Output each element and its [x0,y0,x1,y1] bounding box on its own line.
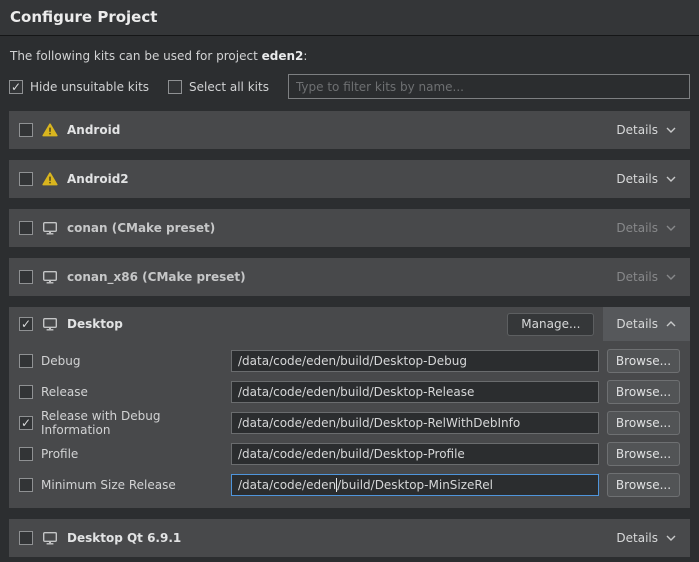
build-dir-input[interactable] [231,443,599,465]
chevron-down-icon [665,126,677,134]
build-config-row-profile: Profile Browse... [9,443,690,465]
details-label: Details [616,317,658,331]
select-all-kits-checkbox[interactable]: Select all kits [168,80,269,94]
hide-unsuitable-kits-label: Hide unsuitable kits [30,80,149,94]
project-name: eden2 [262,49,304,63]
kit-checkbox[interactable] [19,172,33,186]
chevron-down-icon [665,175,677,183]
filter-toolbar: ✓ Hide unsuitable kits Select all kits [9,74,690,99]
desktop-icon [42,531,58,545]
config-checkbox[interactable] [19,447,33,461]
checkbox-icon [168,80,182,94]
kit-name: Android [67,123,120,137]
details-label: Details [616,531,658,545]
kit-name: conan (CMake preset) [67,221,215,235]
page-header: Configure Project [0,0,699,36]
kit-row-left: conan_x86 (CMake preset) [19,270,603,284]
build-dir-input[interactable] [231,412,599,434]
browse-button[interactable]: Browse... [607,473,680,497]
kit-row-android2: Android2 Details [9,160,690,198]
build-config-row-minsizerel: Minimum Size Release /data/code/eden/bui… [9,474,690,496]
details-label: Details [616,172,658,186]
kit-name: Desktop Qt 6.9.1 [67,531,181,545]
kit-checkbox[interactable]: ✓ [19,317,33,331]
select-all-kits-label: Select all kits [189,80,269,94]
kit-panel-desktop: ✓ Desktop Manage... Details Debug Browse… [9,307,690,508]
config-label: Profile [41,447,231,461]
kit-checkbox[interactable] [19,123,33,137]
kit-row-left: Android [19,123,603,137]
kit-row-left: Android2 [19,172,603,186]
build-config-row-release: Release Browse... [9,381,690,403]
kit-row-desktop-qt: Desktop Qt 6.9.1 Details [9,519,690,557]
kit-row-conan-x86: conan_x86 (CMake preset) Details [9,258,690,296]
kit-row-left: Desktop Qt 6.9.1 [19,531,603,545]
kit-name: Desktop [67,317,123,331]
kit-checkbox[interactable] [19,270,33,284]
kit-row-left: ✓ Desktop [19,317,507,331]
browse-button[interactable]: Browse... [607,411,680,435]
chevron-down-icon [665,273,677,281]
kit-row-desktop: ✓ Desktop Manage... Details [9,307,690,341]
details-label: Details [616,270,658,284]
config-checkbox[interactable]: ✓ [19,416,33,430]
manage-kits-button[interactable]: Manage... [507,313,594,336]
kit-filter-input[interactable] [288,74,690,99]
checkbox-icon: ✓ [9,80,23,94]
kit-name: conan_x86 (CMake preset) [67,270,246,284]
browse-button[interactable]: Browse... [607,442,680,466]
intro-suffix: : [303,49,307,63]
build-config-row-debug: Debug Browse... [9,350,690,372]
page-title: Configure Project [10,8,157,26]
kit-checkbox[interactable] [19,531,33,545]
build-dir-input[interactable] [231,381,599,403]
hide-unsuitable-kits-checkbox[interactable]: ✓ Hide unsuitable kits [9,80,149,94]
build-dir-input[interactable] [231,350,599,372]
chevron-down-icon [665,534,677,542]
intro-prefix: The following kits can be used for proje… [10,49,262,63]
kit-row-conan: conan (CMake preset) Details [9,209,690,247]
warning-icon [42,123,58,137]
build-dir-input-focused[interactable]: /data/code/eden/build/Desktop-MinSizeRel [231,474,599,496]
config-label: Debug [41,354,231,368]
details-button[interactable]: Details [603,519,690,557]
kit-name: Android2 [67,172,129,186]
details-button[interactable]: Details [603,307,690,341]
desktop-icon [42,270,58,284]
config-label: Release [41,385,231,399]
desktop-icon [42,221,58,235]
kit-checkbox[interactable] [19,221,33,235]
details-label: Details [616,123,658,137]
kit-row-android: Android Details [9,111,690,149]
config-checkbox[interactable] [19,385,33,399]
config-label: Minimum Size Release [41,478,231,492]
details-button[interactable]: Details [603,111,690,149]
chevron-up-icon [665,320,677,328]
warning-icon [42,172,58,186]
desktop-icon [42,317,58,331]
config-checkbox[interactable] [19,354,33,368]
details-button[interactable]: Details [603,258,690,296]
intro-text: The following kits can be used for proje… [10,49,689,63]
details-button[interactable]: Details [603,209,690,247]
build-config-row-relwithdebinfo: ✓ Release with Debug Information Browse.… [9,412,690,434]
details-label: Details [616,221,658,235]
chevron-down-icon [665,224,677,232]
kit-row-left: conan (CMake preset) [19,221,603,235]
configure-project-content: The following kits can be used for proje… [0,49,699,557]
browse-button[interactable]: Browse... [607,349,680,373]
browse-button[interactable]: Browse... [607,380,680,404]
path-text-after-cursor: /build/Desktop-MinSizeRel [337,478,493,492]
config-label: Release with Debug Information [41,409,231,437]
config-checkbox[interactable] [19,478,33,492]
details-button[interactable]: Details [603,160,690,198]
path-text-before-cursor: /data/code/eden [238,478,336,492]
